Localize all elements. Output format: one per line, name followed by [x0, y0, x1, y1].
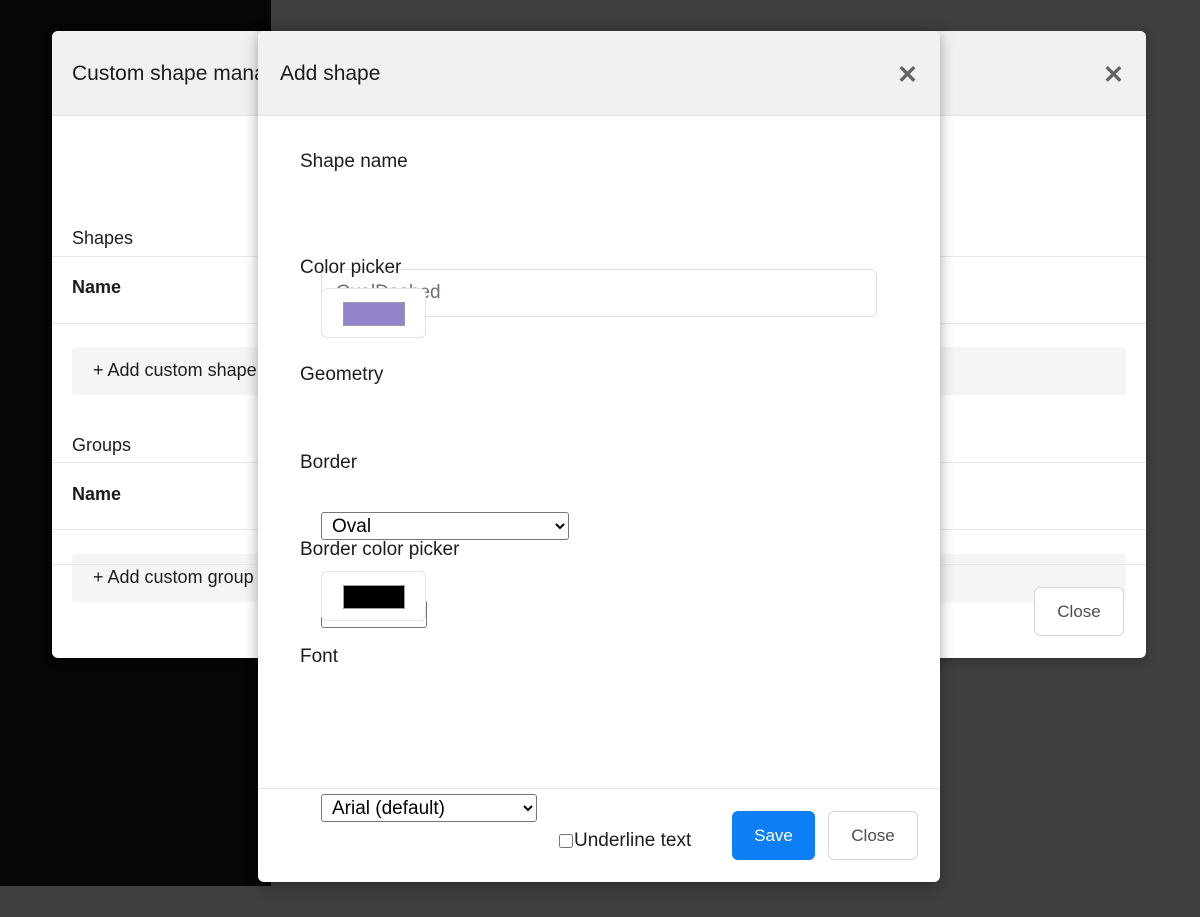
geometry-label: Geometry [300, 364, 384, 385]
groups-table-column-name: Name [72, 484, 122, 504]
add-shape-modal-header: Add shape ✕ [258, 31, 940, 116]
close-icon[interactable]: ✕ [1103, 63, 1124, 88]
border-color-picker-label: Border color picker [300, 539, 460, 560]
add-shape-modal-footer: Save Close [258, 788, 940, 882]
shape-name-label: Shape name [300, 151, 408, 172]
border-label: Border [300, 452, 358, 473]
add-shape-modal-title: Add shape [280, 62, 381, 85]
shapes-section-label: Shapes [72, 228, 134, 248]
fill-color-swatch [343, 302, 405, 326]
font-label: Font [300, 646, 339, 667]
save-button[interactable]: Save [732, 811, 815, 860]
color-picker-button[interactable] [321, 288, 426, 338]
add-shape-close-button[interactable]: Close [828, 811, 918, 860]
border-color-swatch [343, 585, 405, 609]
groups-section-label: Groups [72, 435, 132, 455]
geometry-select[interactable]: Oval [321, 512, 569, 540]
border-color-picker-button[interactable] [321, 571, 426, 621]
manager-close-button[interactable]: Close [1034, 587, 1124, 636]
add-shape-modal-body: Shape name Color picker Geometry Oval Bo… [258, 116, 940, 851]
color-picker-label: Color picker [300, 257, 402, 278]
add-custom-shape-label[interactable]: + Add custom shape [93, 360, 257, 381]
close-icon[interactable]: ✕ [897, 63, 918, 88]
shapes-table-column-name: Name [72, 277, 122, 297]
add-shape-modal: Add shape ✕ Shape name Color picker Geom… [258, 31, 940, 882]
